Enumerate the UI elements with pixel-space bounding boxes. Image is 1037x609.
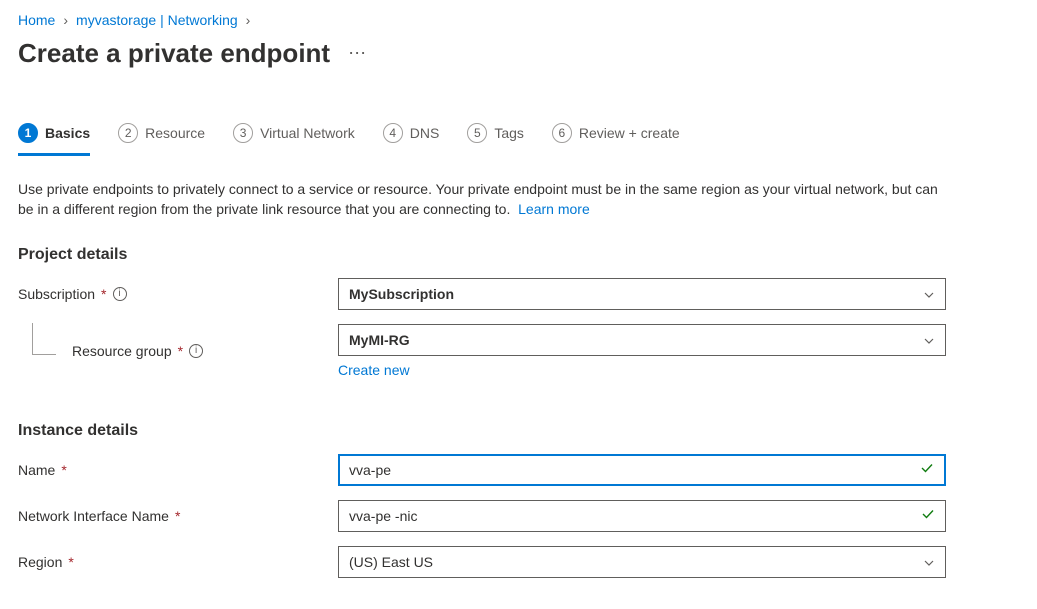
- breadcrumb-resource[interactable]: myvastorage | Networking: [76, 12, 238, 28]
- chevron-down-icon: [923, 288, 935, 300]
- page-title: Create a private endpoint: [18, 38, 330, 69]
- step-number: 3: [233, 123, 253, 143]
- check-icon: [921, 507, 935, 524]
- step-number: 2: [118, 123, 138, 143]
- chevron-right-icon: ›: [246, 12, 251, 28]
- nic-name-label: Network Interface Name *: [18, 508, 338, 524]
- intro-text: Use private endpoints to privately conne…: [18, 179, 938, 220]
- check-icon: [920, 461, 934, 478]
- tab-review-create[interactable]: 6 Review + create: [552, 117, 680, 156]
- create-new-link[interactable]: Create new: [338, 362, 410, 378]
- tab-resource[interactable]: 2 Resource: [118, 117, 205, 156]
- tab-basics[interactable]: 1 Basics: [18, 117, 90, 156]
- tab-label: DNS: [410, 125, 440, 141]
- tab-tags[interactable]: 5 Tags: [467, 117, 524, 156]
- step-number: 6: [552, 123, 572, 143]
- tab-label: Virtual Network: [260, 125, 355, 141]
- step-number: 1: [18, 123, 38, 143]
- learn-more-link[interactable]: Learn more: [518, 201, 590, 217]
- region-select[interactable]: (US) East US: [338, 546, 946, 578]
- chevron-down-icon: [923, 334, 935, 346]
- step-number: 4: [383, 123, 403, 143]
- info-icon[interactable]: i: [189, 344, 203, 358]
- region-label: Region *: [18, 554, 338, 570]
- section-instance-details: Instance details: [18, 422, 1019, 440]
- nic-name-input[interactable]: vva-pe -nic: [338, 500, 946, 532]
- tab-label: Tags: [494, 125, 524, 141]
- tab-label: Review + create: [579, 125, 680, 141]
- info-icon[interactable]: i: [113, 287, 127, 301]
- step-number: 5: [467, 123, 487, 143]
- tab-virtual-network[interactable]: 3 Virtual Network: [233, 117, 355, 156]
- resource-group-label: Resource group * i: [18, 343, 338, 359]
- name-input[interactable]: vva-pe: [338, 454, 946, 486]
- resource-group-select[interactable]: MyMI-RG: [338, 324, 946, 356]
- tree-connector-icon: [32, 323, 56, 355]
- name-label: Name *: [18, 462, 338, 478]
- tab-label: Resource: [145, 125, 205, 141]
- subscription-select[interactable]: MySubscription: [338, 278, 946, 310]
- subscription-label: Subscription * i: [18, 286, 338, 302]
- more-icon[interactable]: ⋯: [344, 39, 370, 68]
- tabs: 1 Basics 2 Resource 3 Virtual Network 4 …: [18, 117, 1019, 157]
- section-project-details: Project details: [18, 246, 1019, 264]
- breadcrumb-home[interactable]: Home: [18, 12, 55, 28]
- chevron-right-icon: ›: [63, 12, 68, 28]
- chevron-down-icon: [923, 556, 935, 568]
- tab-dns[interactable]: 4 DNS: [383, 117, 440, 156]
- tab-label: Basics: [45, 125, 90, 141]
- breadcrumb: Home › myvastorage | Networking ›: [18, 12, 1019, 28]
